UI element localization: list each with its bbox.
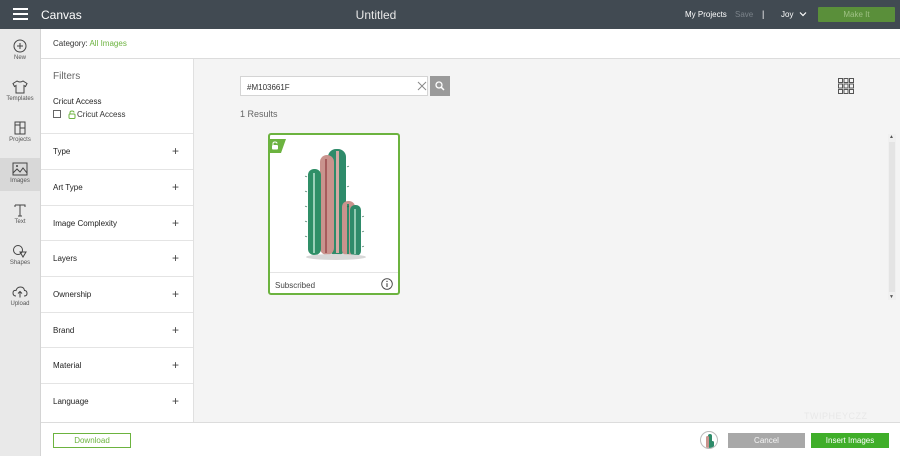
card-divider	[270, 272, 398, 273]
filter-group-label: Type	[53, 147, 71, 156]
category-bar: Category: All Images	[41, 29, 900, 59]
filter-group-layers[interactable]: Layers +	[41, 240, 193, 276]
rail-label: New	[13, 55, 26, 61]
filter-group-image-complexity[interactable]: Image Complexity +	[41, 205, 193, 241]
shirt-icon	[12, 80, 28, 94]
search-box	[240, 76, 428, 96]
rail-item-templates[interactable]: Templates	[0, 80, 40, 102]
shapes-icon	[13, 245, 27, 258]
filter-group-art-type[interactable]: Art Type +	[41, 169, 193, 205]
results-area: 1 Results	[194, 59, 900, 422]
top-bar: Canvas Untitled My Projects Save | Joy M…	[0, 0, 900, 29]
category-label: Category: All Images	[53, 39, 127, 48]
filter-group-label: Art Type	[53, 183, 83, 192]
user-menu[interactable]: Joy	[781, 10, 793, 19]
category-prefix: Category:	[53, 39, 88, 48]
expand-plus-icon[interactable]: +	[172, 359, 179, 371]
category-value-link[interactable]: All Images	[89, 39, 126, 48]
make-it-button[interactable]: Make It	[818, 7, 895, 22]
image-result-card[interactable]: Subscribed	[268, 133, 400, 295]
grid-view-icon[interactable]	[838, 78, 854, 94]
rail-item-text[interactable]: Text	[0, 203, 40, 225]
filter-group-label: Brand	[53, 326, 75, 335]
expand-plus-icon[interactable]: +	[172, 324, 179, 336]
filter-group-material[interactable]: Material +	[41, 347, 193, 383]
document-title[interactable]: Untitled	[0, 8, 752, 22]
cactus-thumbnail	[706, 434, 714, 448]
access-title: Cricut Access	[53, 97, 102, 106]
access-lock-icon	[68, 110, 76, 119]
filter-group-brand[interactable]: Brand +	[41, 312, 193, 348]
watermark: TWIPHEYCZZ	[804, 411, 868, 421]
filters-panel: Filters Cricut Access Cricut Access Type…	[41, 59, 194, 422]
selected-image-preview[interactable]	[700, 431, 718, 449]
insert-images-button[interactable]: Insert Images	[811, 433, 889, 448]
expand-plus-icon[interactable]: +	[172, 181, 179, 193]
expand-plus-icon[interactable]: +	[172, 252, 179, 264]
cloud-upload-icon	[12, 286, 28, 298]
results-count: 1 Results	[240, 109, 278, 119]
rail-label: Images	[10, 178, 30, 184]
rail-item-images[interactable]: Images	[0, 158, 40, 191]
scroll-up-arrow-icon[interactable]: ▲	[889, 134, 894, 140]
left-rail: New Templates Projects Images Text Shape…	[0, 29, 41, 456]
filter-group-language[interactable]: Language +	[41, 383, 193, 419]
footer-bar: Download Cancel Insert Images TWIPHEYCZZ	[41, 411, 900, 456]
cancel-button[interactable]: Cancel	[728, 433, 805, 448]
filter-group-type[interactable]: Type +	[41, 133, 193, 169]
rail-item-projects[interactable]: Projects	[0, 121, 40, 143]
access-option-label: Cricut Access	[77, 110, 126, 119]
rail-item-new[interactable]: New	[0, 39, 40, 61]
search-input[interactable]	[247, 81, 407, 93]
expand-plus-icon[interactable]: +	[172, 217, 179, 229]
rail-label: Upload	[10, 301, 30, 307]
text-t-icon	[14, 204, 26, 217]
rail-label: Text	[14, 219, 26, 225]
image-icon	[12, 162, 28, 176]
plus-circle-icon	[13, 39, 27, 53]
chevron-down-icon[interactable]	[799, 10, 807, 18]
cactus-image	[304, 149, 366, 260]
rail-label: Projects	[9, 137, 31, 143]
scroll-down-arrow-icon[interactable]: ▼	[889, 294, 894, 300]
filter-group-label: Image Complexity	[53, 219, 118, 228]
search-icon	[435, 81, 445, 91]
clear-x-icon[interactable]	[417, 81, 427, 91]
results-scrollbar[interactable]: ▲ ▼	[888, 134, 896, 300]
access-checkbox[interactable]	[53, 110, 61, 118]
rail-label: Templates	[6, 96, 34, 102]
scroll-thumb[interactable]	[889, 142, 895, 292]
save-link[interactable]: Save	[735, 10, 753, 19]
subscription-badge-icon	[268, 139, 286, 153]
download-button[interactable]: Download	[53, 433, 131, 448]
filter-group-label: Material	[53, 361, 82, 370]
search-button[interactable]	[430, 76, 450, 96]
filter-group-label: Language	[53, 397, 89, 406]
rail-label: Shapes	[9, 260, 31, 266]
expand-plus-icon[interactable]: +	[172, 288, 179, 300]
rail-item-upload[interactable]: Upload	[0, 285, 40, 307]
filter-group-ownership[interactable]: Ownership +	[41, 276, 193, 312]
filter-group-label: Ownership	[53, 290, 92, 299]
my-projects-link[interactable]: My Projects	[685, 10, 727, 19]
topbar-separator: |	[762, 9, 765, 19]
filter-group-label: Layers	[53, 254, 78, 263]
card-status: Subscribed	[275, 281, 316, 290]
rail-item-shapes[interactable]: Shapes	[0, 244, 40, 266]
filters-title: Filters	[53, 71, 81, 82]
expand-plus-icon[interactable]: +	[172, 145, 179, 157]
info-icon[interactable]	[381, 278, 393, 290]
expand-plus-icon[interactable]: +	[172, 395, 179, 407]
notebook-icon	[14, 121, 26, 135]
